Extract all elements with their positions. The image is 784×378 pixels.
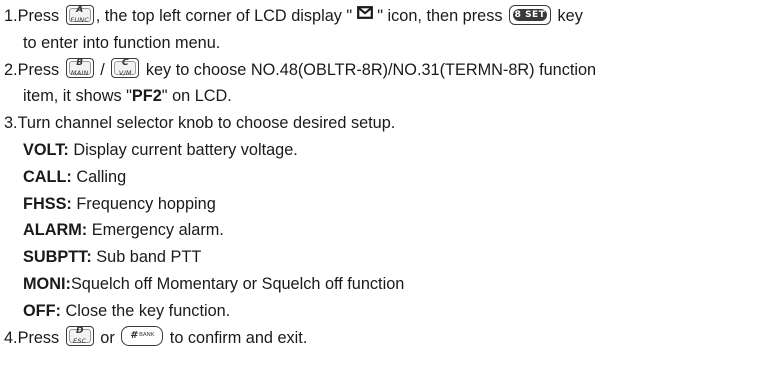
step-2-line-1: 2.Press B MAIN / C V/M key to choose NO.48… (4, 57, 784, 84)
item-term: VOLT: (23, 140, 69, 159)
main-key-label: MAIN (70, 69, 89, 78)
step-3-line: 3.Turn channel selector knob to choose d… (4, 110, 784, 137)
func-key-label: FUNC (70, 15, 90, 24)
vm-key-label: V/M (118, 69, 132, 78)
item-desc: Emergency alarm. (87, 221, 224, 240)
step-2-text-d: item, it shows " (23, 87, 132, 106)
item-desc: Calling (71, 167, 127, 186)
bank-key-icon: # BANK (121, 326, 164, 347)
item-desc: Squelch off Momentary or Squelch off fun… (70, 274, 405, 293)
item-term: ALARM: (23, 221, 88, 240)
main-key-letter: B (76, 58, 84, 69)
list-item: VOLT: Display current battery voltage. (4, 137, 784, 164)
set-key-icon: 8 SET (509, 4, 552, 25)
set-key-label: 8 SET (513, 8, 548, 21)
item-desc: Display current battery voltage. (68, 140, 298, 159)
item-term: FHSS: (23, 194, 72, 213)
item-term: OFF: (23, 301, 61, 320)
esc-key-letter: D (75, 326, 84, 337)
list-item: ALARM: Emergency alarm. (4, 217, 784, 244)
step-1-text-c: " icon, then press (372, 7, 508, 25)
item-desc: Frequency hopping (71, 194, 216, 213)
step-2-text-e: " on LCD. (161, 87, 232, 106)
step-3-text: 3.Turn channel selector knob to choose d… (4, 114, 396, 133)
func-key-icon: A FUNC (65, 4, 94, 25)
item-term: MONI: (23, 274, 71, 293)
list-item: MONI:Squelch off Momentary or Squelch of… (4, 271, 784, 298)
vm-key-icon: C V/M (111, 58, 140, 79)
vm-key-letter: C (122, 58, 129, 69)
step-1-text-a: 1.Press (4, 7, 64, 25)
item-term: CALL: (23, 167, 72, 186)
list-item: SUBPTT: Sub band PTT (4, 244, 784, 271)
func-key-letter: A (76, 4, 84, 15)
list-item: FHSS: Frequency hopping (4, 191, 784, 218)
main-key-icon: B MAIN (65, 58, 94, 79)
step-1-line-1: 1.Press A FUNC, the top left corner of LC… (4, 3, 784, 30)
pf2-label: PF2 (131, 87, 162, 106)
esc-key-label: ESC (73, 337, 87, 346)
item-term: SUBPTT: (23, 248, 92, 267)
step-1-line-2: to enter into function menu. (4, 30, 784, 57)
item-desc: Close the key function. (60, 301, 231, 320)
step-2-text-c: key to choose NO.48(OBLTR-8R)/NO.31(TERM… (141, 60, 597, 79)
envelope-icon (356, 1, 373, 28)
step-4-text-b: or (95, 328, 120, 347)
step-2-text-b: / (95, 60, 110, 79)
step-1-text-e: to enter into function menu. (23, 33, 221, 52)
step-4-line: 4.Press D ESC or # BANK to confirm and exi… (4, 325, 784, 352)
step-4-text-c: to confirm and exit. (165, 328, 308, 347)
list-item: OFF: Close the key function. (4, 298, 784, 325)
instruction-document: 1.Press A FUNC, the top left corner of LC… (0, 0, 784, 378)
bank-key-label: BANK (139, 332, 155, 339)
esc-key-icon: D ESC (65, 326, 94, 347)
list-item: CALL: Calling (4, 164, 784, 191)
step-2-text-a: 2.Press (4, 60, 64, 79)
step-1-text-d: key (553, 7, 583, 25)
item-desc: Sub band PTT (91, 248, 202, 267)
step-2-line-2: item, it shows "PF2" on LCD. (4, 83, 784, 110)
step-4-text-a: 4.Press (4, 328, 64, 347)
bank-key-symbol: # (130, 330, 138, 342)
step-1-text-b: , the top left corner of LCD display " (95, 7, 357, 25)
